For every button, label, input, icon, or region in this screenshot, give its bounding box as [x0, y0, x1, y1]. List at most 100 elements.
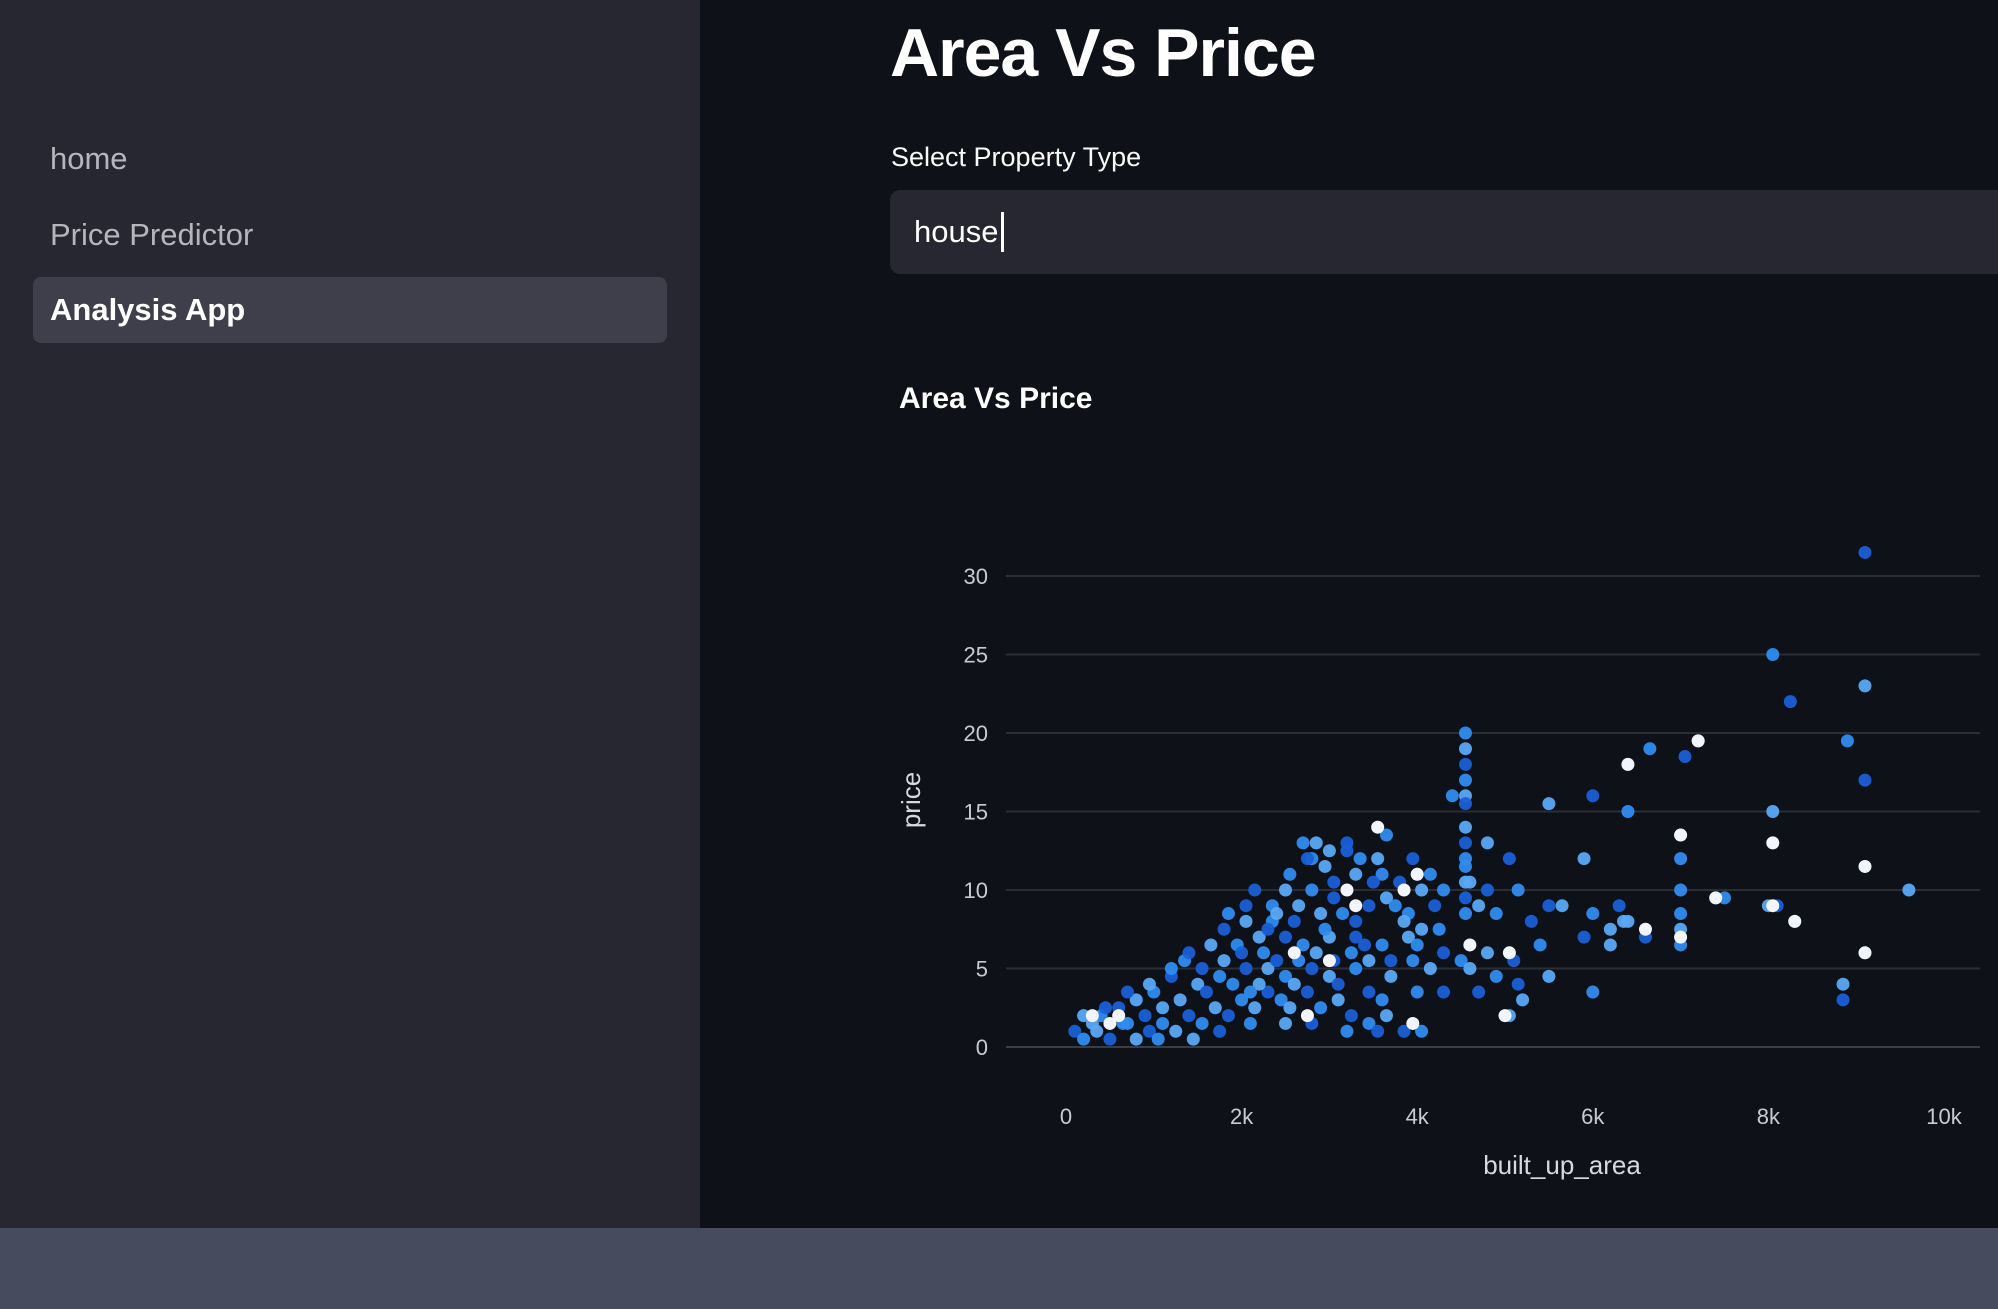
scatter-point: [1331, 977, 1345, 991]
scatter-point-highlight: [1287, 946, 1301, 960]
scatter-point: [1375, 938, 1389, 952]
scatter-point: [1270, 907, 1284, 921]
scatter-point: [1458, 742, 1472, 756]
scatter-point: [1902, 883, 1916, 897]
scatter-point: [1586, 789, 1600, 803]
scatter-point: [1300, 852, 1314, 866]
scatter-point: [1327, 891, 1341, 905]
sidebar-item-price-predictor[interactable]: Price Predictor: [33, 202, 667, 268]
scatter-point: [1415, 883, 1429, 897]
scatter-point: [1235, 946, 1249, 960]
scatter-point: [1379, 1009, 1393, 1023]
scatter-point: [1384, 954, 1398, 968]
scatter-point: [1836, 977, 1850, 991]
scatter-point: [1458, 859, 1472, 873]
y-tick-label: 10: [964, 878, 988, 903]
scatter-point: [1270, 954, 1284, 968]
scatter-point: [1353, 852, 1367, 866]
scatter-point: [1406, 852, 1420, 866]
scatter-point: [1305, 883, 1319, 897]
scatter-point: [1322, 844, 1336, 858]
scatter-point: [1480, 836, 1494, 850]
scatter-point: [1217, 954, 1231, 968]
scatter-point-highlight: [1766, 836, 1780, 850]
scatter-point: [1226, 977, 1240, 991]
scatter-point: [1300, 985, 1314, 999]
scatter-point: [1858, 545, 1872, 559]
scatter-chart: 0 5 10 15 20 25 30 0 2k 4k 6k 8k 10k built_up_area p…: [896, 545, 1980, 1180]
scatter-point: [1437, 946, 1451, 960]
scatter-point: [1458, 726, 1472, 740]
x-tick-label: 6k: [1581, 1104, 1605, 1129]
data-points: [1068, 545, 1916, 1046]
scatter-point: [1243, 1016, 1257, 1030]
y-tick-label: 25: [964, 643, 988, 668]
x-tick-label: 10k: [1926, 1104, 1962, 1129]
scatter-point: [1621, 805, 1635, 818]
sidebar-item-home[interactable]: home: [33, 126, 667, 192]
scatter-point-highlight: [1691, 734, 1705, 748]
scatter-point-highlight: [1397, 883, 1411, 897]
scatter-point: [1533, 938, 1547, 952]
scatter-point: [1458, 773, 1472, 787]
scatter-point-highlight: [1112, 1009, 1126, 1023]
scatter-point-highlight: [1709, 891, 1723, 905]
scatter-point: [1458, 757, 1472, 771]
scatter-point: [1340, 836, 1354, 850]
scatter-point-highlight: [1858, 859, 1872, 873]
scatter-point: [1397, 914, 1411, 928]
scatter-point: [1432, 922, 1446, 936]
scatter-point: [1261, 922, 1275, 936]
scatter-point-highlight: [1498, 1009, 1512, 1023]
scatter-point: [1309, 836, 1323, 850]
y-tick-label: 0: [976, 1035, 988, 1060]
scatter-point: [1248, 1001, 1262, 1015]
scatter-point: [1612, 899, 1626, 913]
x-tick-label: 2k: [1230, 1104, 1254, 1129]
scatter-point: [1349, 867, 1363, 881]
scatter-point: [1472, 899, 1486, 913]
scatter-point-highlight: [1340, 883, 1354, 897]
scatter-point: [1362, 985, 1376, 999]
scatter-point: [1327, 875, 1341, 889]
scatter-point: [1318, 922, 1332, 936]
scatter-point: [1603, 938, 1617, 952]
scatter-point: [1678, 750, 1692, 764]
sidebar-item-analysis-app[interactable]: Analysis App: [33, 277, 667, 343]
scatter-point: [1463, 962, 1477, 975]
scatter-point: [1120, 985, 1134, 999]
scatter-point: [1362, 954, 1376, 968]
scatter-point: [1296, 836, 1310, 850]
scatter-point: [1151, 1032, 1165, 1046]
y-tick-label: 30: [964, 564, 988, 589]
x-tick-label: 0: [1060, 1104, 1072, 1129]
scatter-point: [1164, 962, 1178, 975]
scatter-point-highlight: [1621, 757, 1635, 771]
y-tick-label: 15: [964, 800, 988, 825]
scatter-point: [1458, 836, 1472, 850]
scatter-point: [1783, 695, 1797, 709]
scatter-point: [1182, 1009, 1196, 1023]
scatter-point: [1156, 1001, 1170, 1015]
scatter-point: [1186, 1032, 1200, 1046]
scatter-point: [1766, 805, 1780, 818]
scatter-point: [1358, 938, 1372, 952]
x-tick-label: 8k: [1757, 1104, 1781, 1129]
scatter-point: [1239, 899, 1253, 913]
scatter-point: [1480, 946, 1494, 960]
scatter-point: [1388, 899, 1402, 913]
scatter-point: [1836, 993, 1850, 1007]
scatter-point: [1423, 962, 1437, 975]
scatter-point: [1279, 930, 1292, 944]
scatter-point: [1406, 954, 1420, 968]
scatter-point-highlight: [1085, 1009, 1099, 1023]
scatter-point: [1437, 985, 1451, 999]
scatter-point: [1077, 1032, 1091, 1046]
scatter-point: [1480, 883, 1494, 897]
scatter-point: [1344, 946, 1358, 960]
scatter-point: [1542, 969, 1556, 983]
scatter-point: [1138, 1009, 1152, 1023]
scatter-point: [1340, 1024, 1354, 1038]
scatter-point: [1384, 969, 1398, 983]
scatter-point: [1586, 985, 1600, 999]
